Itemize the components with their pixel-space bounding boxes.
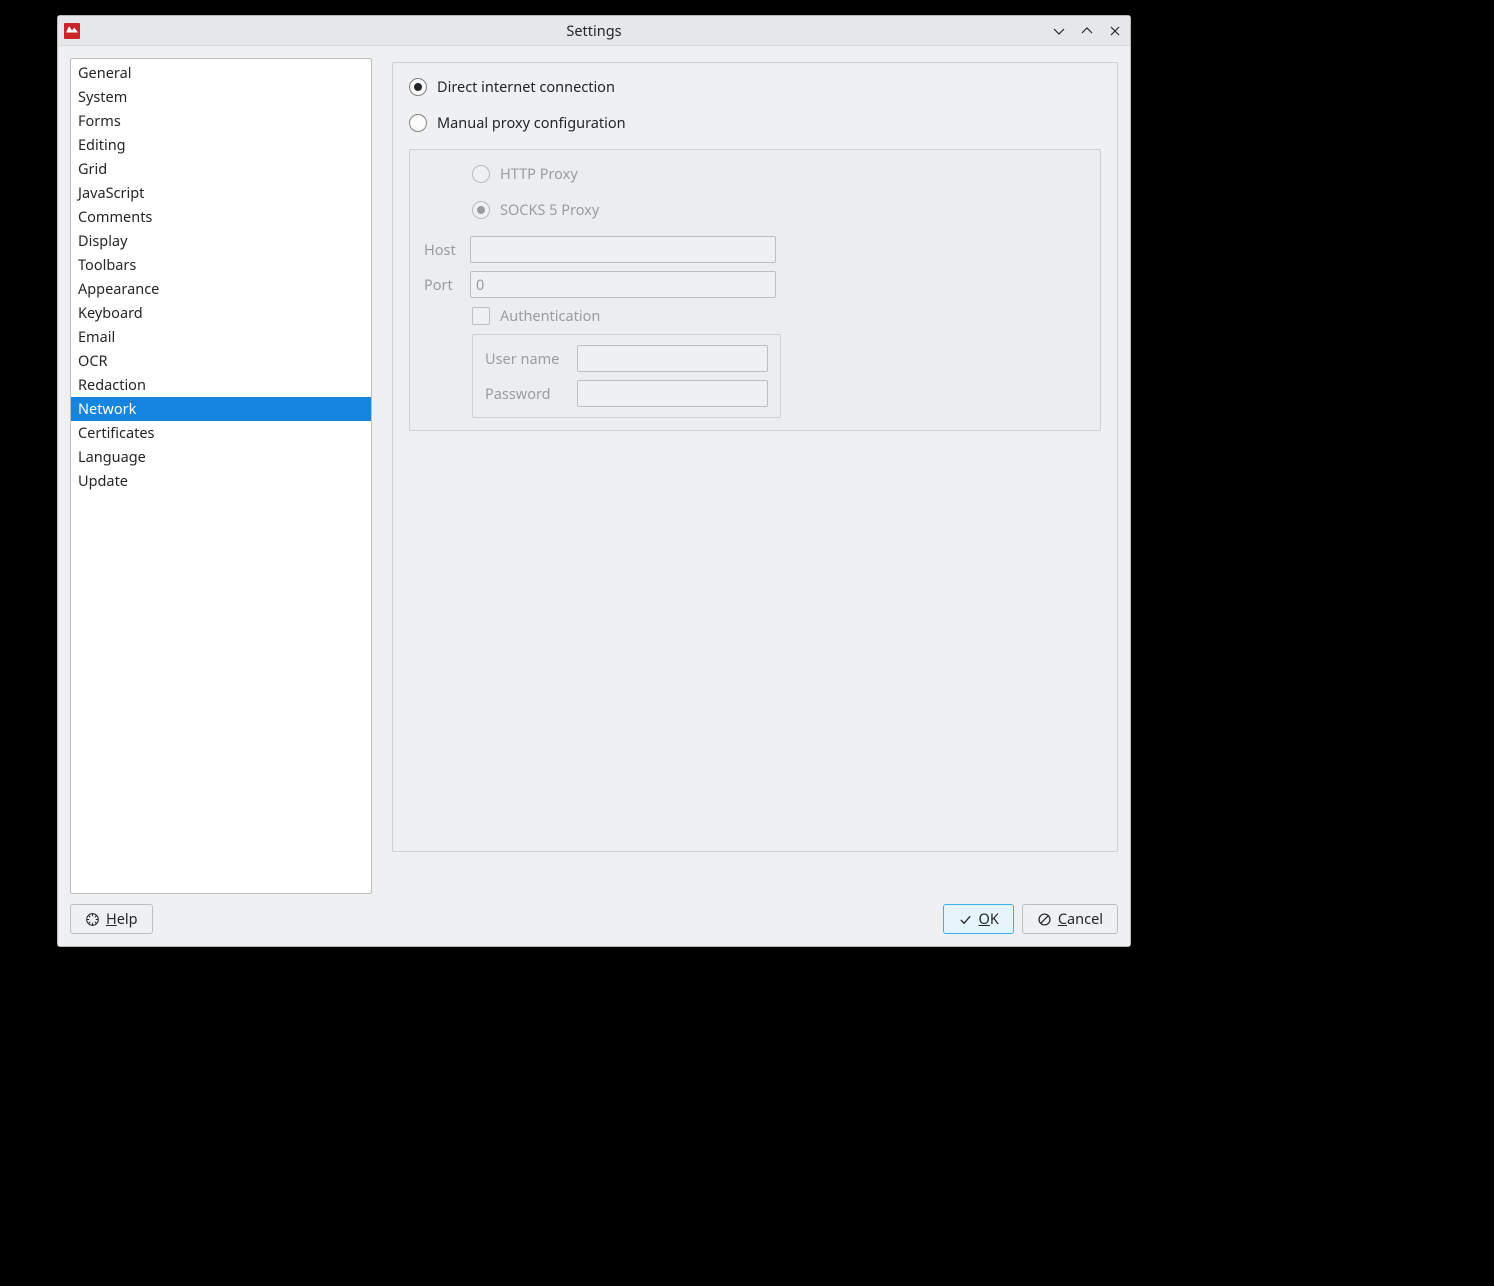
direct-connection-row: Direct internet connection — [409, 77, 1101, 97]
minimize-button[interactable] — [1050, 22, 1068, 40]
close-button[interactable] — [1106, 22, 1124, 40]
username-input[interactable] — [577, 345, 768, 372]
app-icon — [64, 23, 80, 39]
cancel-button[interactable]: Cancel — [1022, 904, 1118, 934]
sidebar-item-redaction[interactable]: Redaction — [71, 373, 371, 397]
radio-socks5-proxy[interactable] — [472, 201, 490, 219]
settings-main: Direct internet connection Manual proxy … — [392, 58, 1118, 894]
settings-dialog: Settings General System Forms Editing Gr… — [57, 15, 1131, 947]
http-proxy-row: HTTP Proxy — [472, 164, 1086, 184]
password-input[interactable] — [577, 380, 768, 407]
sidebar-item-editing[interactable]: Editing — [71, 133, 371, 157]
sidebar-item-toolbars[interactable]: Toolbars — [71, 253, 371, 277]
sidebar-item-ocr[interactable]: OCR — [71, 349, 371, 373]
radio-http-proxy[interactable] — [472, 165, 490, 183]
authentication-row: Authentication — [472, 306, 1086, 326]
cancel-button-label: Cancel — [1058, 909, 1103, 929]
password-row: Password — [485, 380, 768, 407]
cancel-icon — [1037, 912, 1052, 927]
sidebar-item-keyboard[interactable]: Keyboard — [71, 301, 371, 325]
authentication-label: Authentication — [500, 306, 600, 326]
sidebar-item-appearance[interactable]: Appearance — [71, 277, 371, 301]
sidebar-item-certificates[interactable]: Certificates — [71, 421, 371, 445]
sidebar-item-general[interactable]: General — [71, 61, 371, 85]
username-label: User name — [485, 349, 569, 369]
host-label: Host — [424, 240, 462, 260]
sidebar-item-javascript[interactable]: JavaScript — [71, 181, 371, 205]
direct-connection-label: Direct internet connection — [437, 77, 615, 97]
socks-proxy-row: SOCKS 5 Proxy — [472, 200, 1086, 220]
sidebar-item-forms[interactable]: Forms — [71, 109, 371, 133]
sidebar-item-comments[interactable]: Comments — [71, 205, 371, 229]
authentication-group: User name Password — [472, 334, 781, 418]
username-row: User name — [485, 345, 768, 372]
authentication-checkbox[interactable] — [472, 307, 490, 325]
port-input[interactable]: 0 — [470, 271, 776, 298]
manual-proxy-row: Manual proxy configuration — [409, 113, 1101, 133]
ok-button[interactable]: OK — [943, 904, 1014, 934]
socks-proxy-label: SOCKS 5 Proxy — [500, 200, 599, 220]
host-row: Host — [424, 236, 1086, 263]
sidebar-item-email[interactable]: Email — [71, 325, 371, 349]
sidebar-item-display[interactable]: Display — [71, 229, 371, 253]
sidebar-item-language[interactable]: Language — [71, 445, 371, 469]
sidebar-item-network[interactable]: Network — [71, 397, 371, 421]
help-button-label: Help — [106, 909, 138, 929]
ok-button-label: OK — [979, 909, 999, 929]
checkmark-icon — [958, 912, 973, 927]
manual-proxy-label: Manual proxy configuration — [437, 113, 626, 133]
proxy-settings-group: HTTP Proxy SOCKS 5 Proxy Host Port — [409, 149, 1101, 431]
sidebar-item-system[interactable]: System — [71, 85, 371, 109]
dialog-footer: Help OK Cancel — [70, 894, 1118, 934]
radio-direct-connection[interactable] — [409, 78, 427, 96]
password-label: Password — [485, 384, 569, 404]
http-proxy-label: HTTP Proxy — [500, 164, 578, 184]
sidebar-item-grid[interactable]: Grid — [71, 157, 371, 181]
network-settings-panel: Direct internet connection Manual proxy … — [392, 62, 1118, 852]
maximize-button[interactable] — [1078, 22, 1096, 40]
titlebar: Settings — [58, 16, 1130, 46]
sidebar-item-update[interactable]: Update — [71, 469, 371, 493]
radio-manual-proxy[interactable] — [409, 114, 427, 132]
window-controls — [1050, 16, 1124, 45]
port-row: Port 0 — [424, 271, 1086, 298]
window-title: Settings — [58, 21, 1130, 41]
help-button[interactable]: Help — [70, 904, 153, 934]
host-input[interactable] — [470, 236, 776, 263]
port-label: Port — [424, 275, 462, 295]
settings-category-list[interactable]: General System Forms Editing Grid JavaSc… — [70, 58, 372, 894]
help-icon — [85, 912, 100, 927]
